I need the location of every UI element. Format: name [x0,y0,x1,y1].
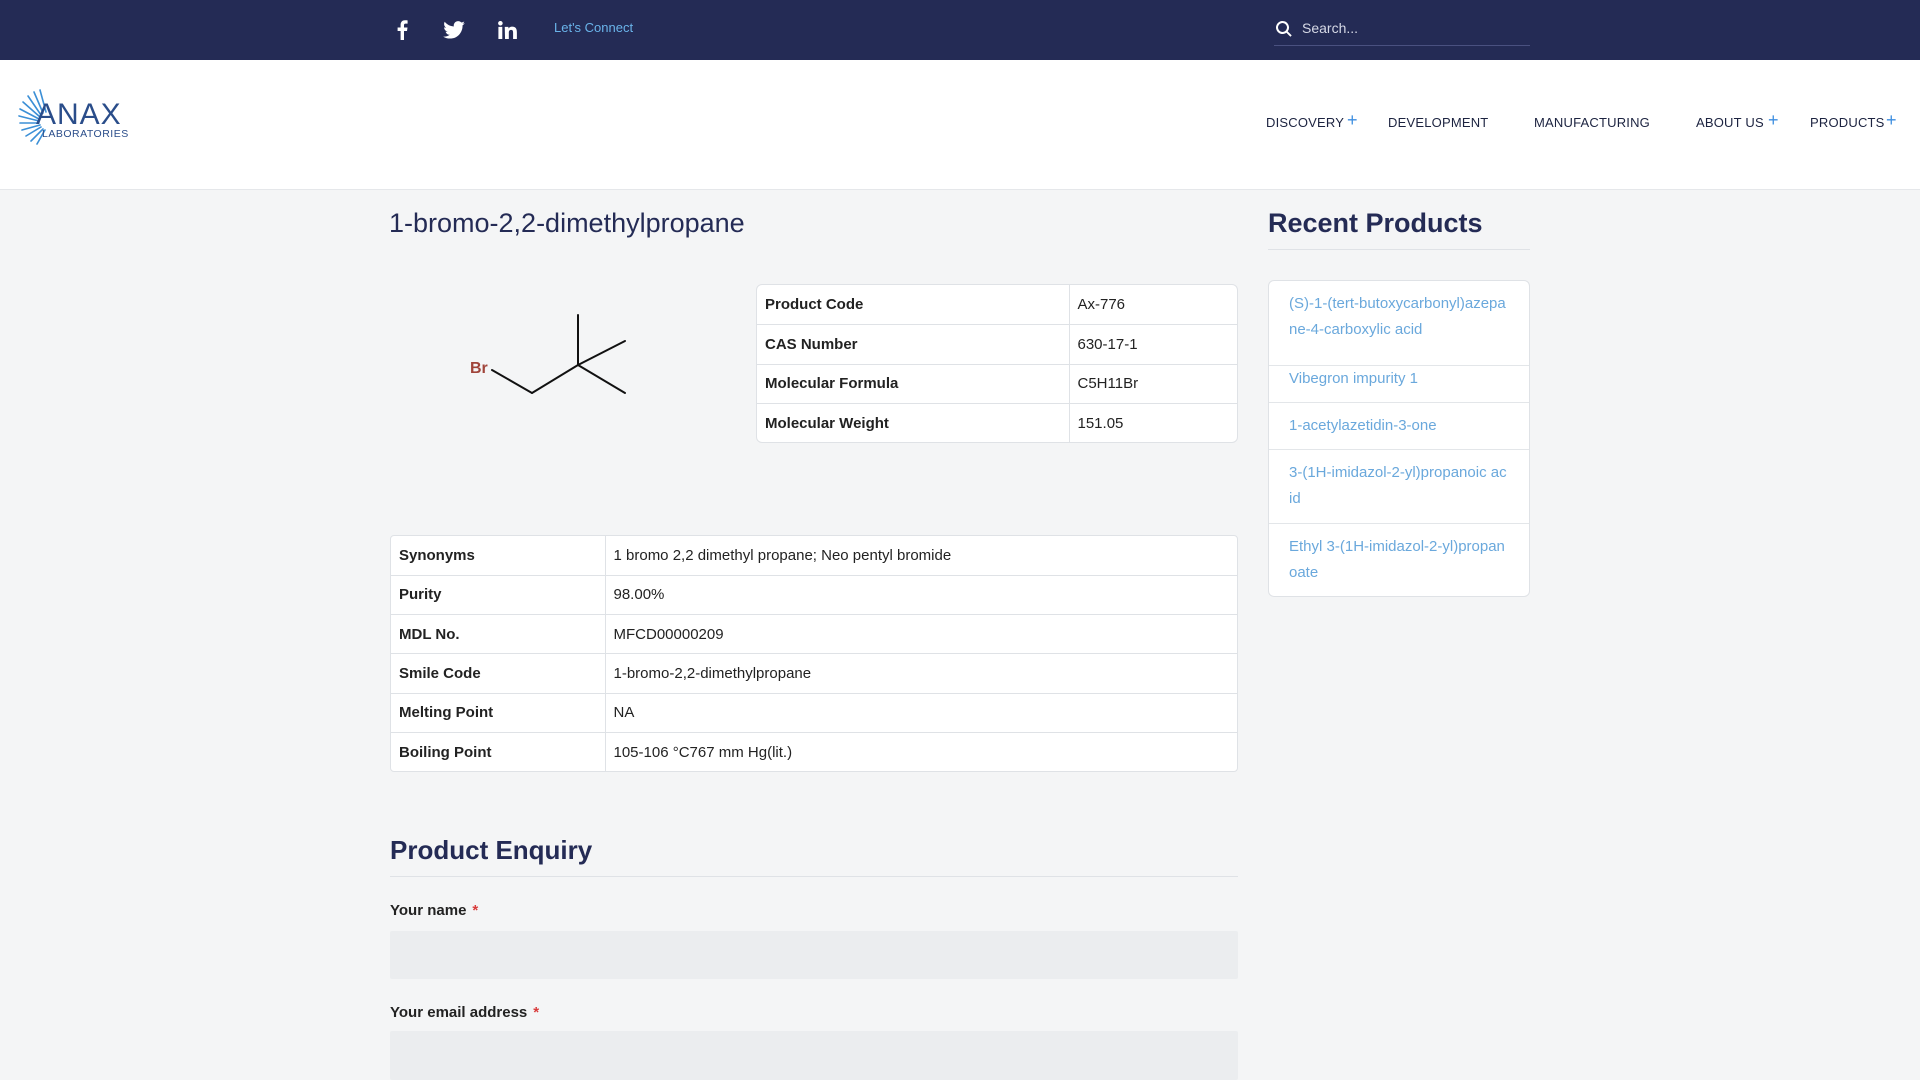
divider [390,876,1238,877]
table-key: MDL No. [391,614,606,655]
search-icon[interactable] [1276,21,1292,37]
chemical-structure-image: Br [470,314,626,394]
table-row: Smile Code 1-bromo-2,2-dimethylpropane [391,653,1237,694]
nav-products[interactable]: PRODUCTS [1810,115,1885,130]
name-label: Your name * [390,902,478,919]
table-value: NA [605,693,1237,733]
discovery-expand-icon[interactable]: + [1347,110,1358,131]
table-key: Molecular Weight [757,403,1070,442]
table-key: Smile Code [391,653,606,694]
required-mark: * [472,902,479,919]
nav-development[interactable]: DEVELOPMENT [1388,115,1488,130]
twitter-icon[interactable] [441,17,467,43]
about-us-expand-icon[interactable]: + [1768,110,1779,131]
nav-manufacturing[interactable]: MANUFACTURING [1534,115,1650,130]
table-row: Purity 98.00% [391,575,1237,616]
table-key: Product Code [757,285,1070,325]
nav-about-us[interactable]: ABOUT US [1696,115,1764,130]
recent-product-link[interactable]: Vibegron impurity 1 [1269,356,1529,403]
search-input[interactable] [1302,16,1522,40]
email-label-text: Your email address [390,1004,528,1021]
structure-atom-label: Br [470,360,488,377]
enquiry-title: Product Enquiry [390,835,593,865]
table-key: CAS Number [757,324,1070,365]
table-key: Boiling Point [391,732,606,771]
table-row: CAS Number 630-17-1 [757,324,1237,365]
table-row: Product Code Ax-776 [757,285,1237,325]
table-row: Molecular Weight 151.05 [757,403,1237,442]
table-row: Molecular Formula C5H11Br [757,364,1237,404]
recent-product-link[interactable]: Ethyl 3-(1H-imidazol-2-yl)propanoate [1269,524,1529,596]
top-bar: Let's Connect [0,0,1920,60]
table-row: MDL No. MFCD00000209 [391,614,1237,655]
table-value: Ax-776 [1069,285,1237,325]
email-label: Your email address * [390,1004,539,1021]
logo-subtitle: LABORATORIES [42,128,129,140]
products-expand-icon[interactable]: + [1886,110,1897,131]
table-row: Synonyms 1 bromo 2,2 dimethyl propane; Ne… [391,536,1237,576]
table-row: Boiling Point 105-106 °C767 mm Hg(lit.) [391,732,1237,771]
recent-product-link[interactable]: (S)-1-(tert-butoxycarbonyl)azepane-4-car… [1269,291,1529,366]
anax-logo[interactable]: ANAX LABORATORIES [18,82,138,152]
recent-product-link[interactable]: 3-(1H-imidazol-2-yl)propanoic acid [1269,450,1529,524]
table-key: Purity [391,575,606,616]
table-value: 630-17-1 [1069,324,1237,365]
required-mark: * [533,1004,540,1021]
lets-connect-link[interactable]: Let's Connect [554,20,633,35]
product-basic-table: Product Code Ax-776 CAS Number 630-17-1 Mo… [756,284,1238,443]
logo-name: ANAX [36,98,122,131]
search-box [1274,12,1530,46]
table-value: C5H11Br [1069,364,1237,404]
table-value: 98.00% [605,575,1237,616]
table-row: Melting Point NA [391,693,1237,733]
linkedin-icon[interactable] [496,17,518,43]
name-field[interactable] [390,931,1238,979]
table-key: Synonyms [391,536,606,576]
recent-products-list: (S)-1-(tert-butoxycarbonyl)azepane-4-car… [1268,280,1530,597]
page-title: 1-bromo-2,2-dimethylpropane [389,208,745,238]
recent-products-title: Recent Products [1268,208,1483,238]
table-value: 1 bromo 2,2 dimethyl propane; Neo pentyl… [605,536,1237,576]
product-details-table: Synonyms 1 bromo 2,2 dimethyl propane; Ne… [390,535,1238,772]
recent-product-link[interactable]: 1-acetylazetidin-3-one [1269,403,1529,450]
name-label-text: Your name [390,902,467,919]
table-value: 1-bromo-2,2-dimethylpropane [605,653,1237,694]
table-value: 151.05 [1077,415,1124,432]
nav-discovery[interactable]: DISCOVERY [1266,115,1344,130]
table-key: Melting Point [391,693,606,733]
table-key: Molecular Formula [757,364,1070,404]
email-field[interactable] [390,1031,1238,1080]
table-value: MFCD00000209 [605,614,1237,655]
facebook-icon[interactable] [392,17,412,43]
divider [1268,249,1530,250]
table-value: 105-106 °C767 mm Hg(lit.) [613,743,793,761]
